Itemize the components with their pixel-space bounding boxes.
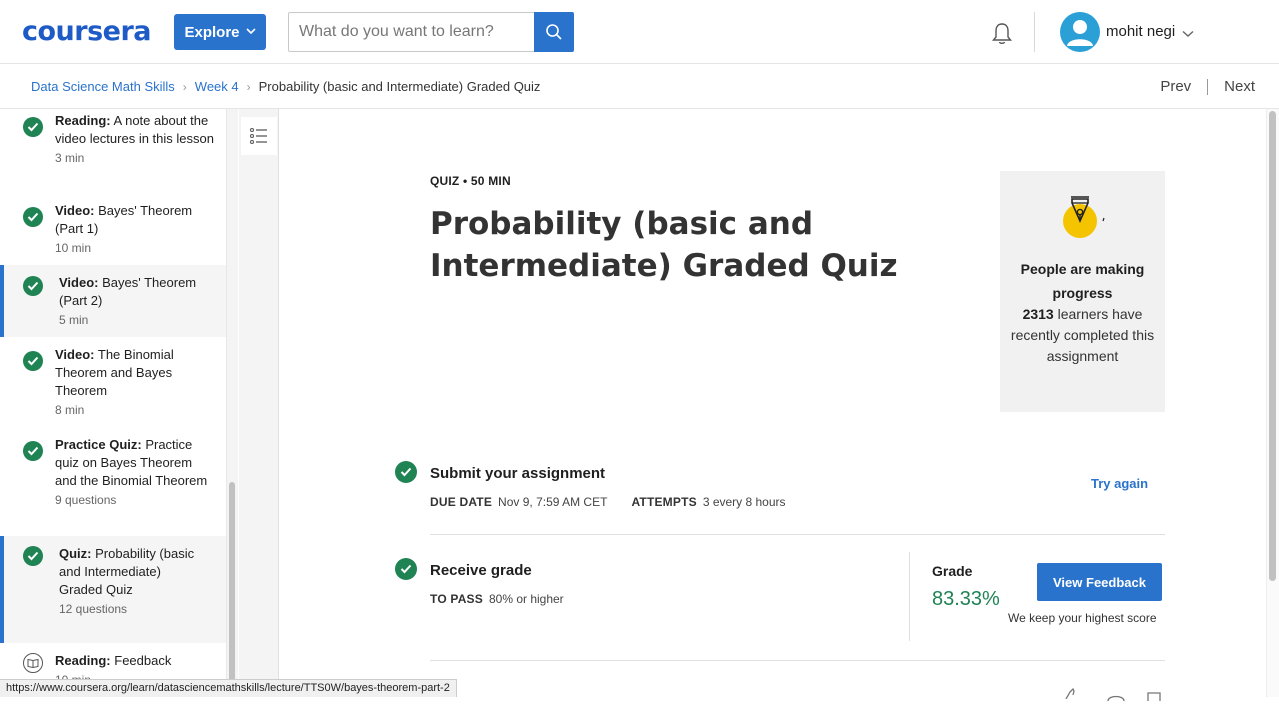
check-icon [395, 461, 417, 483]
to-pass-value: 80% or higher [488, 592, 564, 606]
chevron-down-icon [245, 27, 256, 38]
sidebar-item-title: Video: The Binomial Theorem and Bayes Th… [55, 347, 174, 398]
user-name[interactable]: mohit negi [1106, 23, 1175, 40]
breadcrumb-bar: Data Science Math Skills › Week 4 › Prob… [0, 64, 1279, 109]
view-feedback-button[interactable]: View Feedback [1037, 563, 1162, 601]
breadcrumb: Data Science Math Skills › Week 4 › Prob… [31, 79, 540, 94]
sidebar-item-meta: 12 questions [59, 602, 128, 616]
check-icon [23, 117, 43, 137]
sidebar-item-title: Quiz: Probability (basic and Intermediat… [59, 546, 195, 597]
notifications-bell-icon[interactable] [988, 20, 1016, 48]
sidebar-item[interactable]: Practice Quiz: Practice quiz on Bayes Th… [0, 436, 226, 532]
divider [430, 534, 1165, 535]
chevron-down-icon[interactable] [1182, 25, 1194, 43]
prev-link[interactable]: Prev [1160, 78, 1191, 95]
sidebar-item-title: Video: Bayes' Theorem (Part 2) [59, 275, 197, 308]
sidebar-item-meta: 8 min [55, 403, 85, 417]
check-icon [23, 276, 43, 296]
quiz-meta: QUIZ • 50 MIN [430, 174, 511, 188]
user-icon [1067, 20, 1093, 46]
sidebar-item[interactable]: Quiz: Probability (basic and Intermediat… [0, 536, 226, 643]
page-title: Probability (basic and Intermediate) Gra… [430, 206, 898, 284]
comment-icon[interactable] [1106, 688, 1126, 706]
flag-icon[interactable] [1146, 688, 1162, 706]
status-bar-url: https://www.coursera.org/learn/datascien… [0, 679, 457, 697]
due-date-label: DUE DATE [430, 495, 493, 509]
like-icon[interactable] [1064, 686, 1082, 704]
check-icon [395, 558, 417, 580]
coursera-logo[interactable]: coursera [22, 16, 152, 47]
sidebar-item[interactable]: Video: Bayes' Theorem (Part 1) 10 min [0, 202, 226, 262]
sidebar-item-title: Reading: A note about the video lectures… [55, 113, 214, 146]
grade-label: Grade [932, 563, 973, 579]
sidebar-item[interactable]: Reading: A note about the video lectures… [0, 112, 226, 190]
check-icon [23, 546, 43, 566]
sidebar-item[interactable]: Video: The Binomial Theorem and Bayes Th… [0, 346, 226, 424]
divider [430, 660, 1165, 661]
pass-meta: TO PASS 80% or higher [430, 592, 564, 606]
progress-card-heading: People are making progress [1020, 261, 1145, 301]
prev-next-nav: Prev Next [1160, 78, 1255, 95]
pen-nib-badge-icon [1058, 193, 1110, 245]
due-date-value: Nov 9, 7:59 AM CET [498, 495, 608, 509]
sidebar-item-meta: 9 questions [55, 493, 117, 507]
breadcrumb-week-link[interactable]: Week 4 [195, 79, 239, 94]
explore-label: Explore [184, 23, 240, 41]
sidebar-item-meta: 10 min [55, 241, 92, 255]
outline-column [239, 109, 279, 697]
submit-meta: DUE DATE Nov 9, 7:59 AM CET ATTEMPTS 3 e… [430, 495, 786, 509]
search-icon [546, 24, 562, 40]
top-header: coursera Explore mohit negi [0, 0, 1279, 64]
try-again-link[interactable]: Try again [1091, 476, 1148, 491]
check-icon [23, 441, 43, 461]
receive-grade-title: Receive grade [430, 562, 532, 579]
learner-count: 2313 [1022, 306, 1054, 322]
course-sidebar: Reading: A note about the video lectures… [0, 109, 226, 697]
sidebar-item-title: Reading: Feedback [55, 653, 172, 668]
chevron-right-icon: › [182, 79, 187, 94]
avatar[interactable] [1060, 12, 1100, 52]
outline-toggle-button[interactable] [241, 117, 277, 155]
to-pass-label: TO PASS [430, 592, 483, 606]
breadcrumb-course-link[interactable]: Data Science Math Skills [31, 79, 175, 94]
search-button[interactable] [534, 12, 574, 52]
explore-button[interactable]: Explore [174, 14, 266, 50]
main-scrollbar-thumb[interactable] [1269, 111, 1276, 581]
progress-card: People are making progress 2313 learners… [1000, 171, 1165, 412]
attempts-value: 3 every 8 hours [702, 495, 786, 509]
list-icon [250, 128, 267, 144]
breadcrumb-current: Probability (basic and Intermediate) Gra… [258, 79, 541, 94]
chevron-right-icon: › [246, 79, 251, 94]
search-input[interactable] [288, 12, 534, 52]
sidebar-scrollbar-thumb[interactable] [229, 482, 235, 682]
sidebar-item-title: Practice Quiz: Practice quiz on Bayes Th… [55, 437, 208, 488]
sidebar-item-title: Video: Bayes' Theorem (Part 1) [55, 203, 193, 236]
grade-value: 83.33% [932, 588, 1000, 610]
next-link[interactable]: Next [1224, 78, 1255, 95]
nav-divider [1207, 78, 1209, 95]
highest-score-note: We keep your highest score [1008, 611, 1157, 625]
progress-card-text: 2313 learners have recently completed th… [1010, 304, 1155, 367]
check-icon [23, 207, 43, 227]
sidebar-item[interactable]: Video: Bayes' Theorem (Part 2) 5 min [0, 265, 226, 337]
submit-assignment-title: Submit your assignment [430, 465, 606, 482]
sidebar-item-meta: 5 min [59, 313, 89, 327]
grade-divider [909, 552, 910, 641]
attempts-label: ATTEMPTS [631, 495, 697, 509]
sidebar-item-meta: 3 min [55, 151, 85, 165]
book-icon [23, 653, 43, 673]
header-divider [1034, 12, 1035, 52]
check-icon [23, 351, 43, 371]
